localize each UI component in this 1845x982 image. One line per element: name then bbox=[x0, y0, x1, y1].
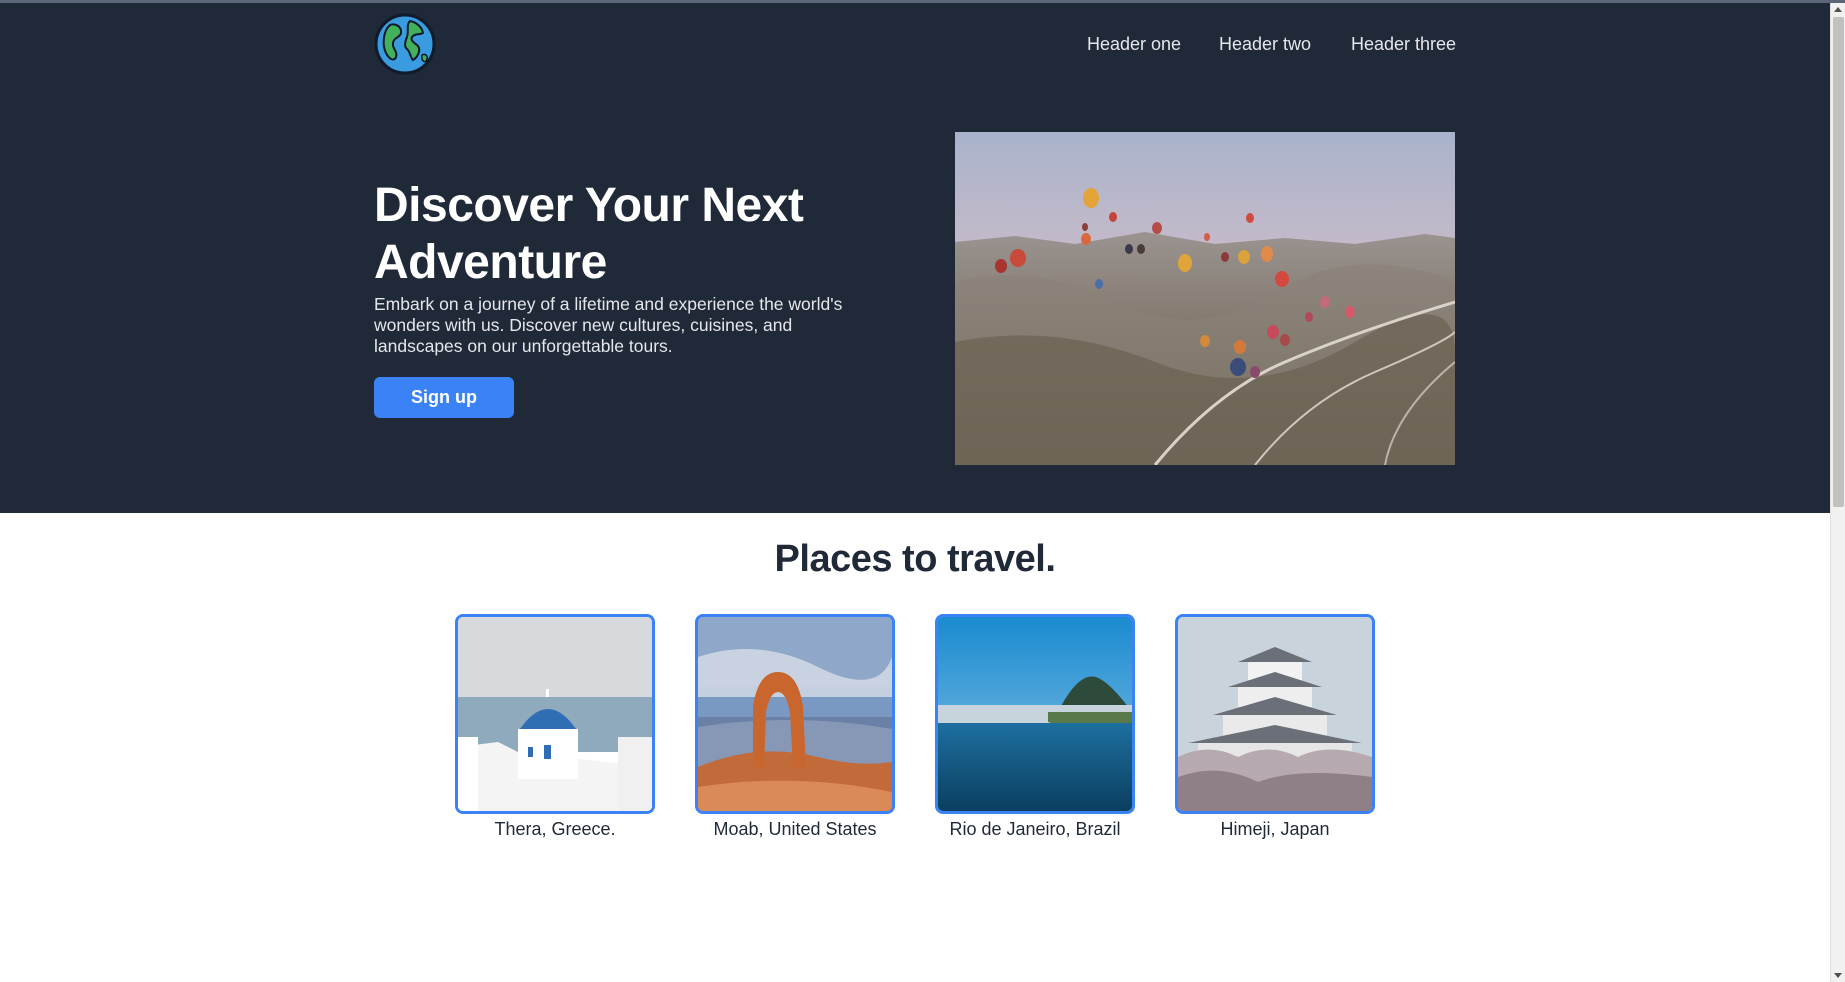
place-card-himeji[interactable]: Himeji, Japan bbox=[1175, 614, 1375, 840]
nav-header-three[interactable]: Header three bbox=[1351, 34, 1456, 55]
globe-icon[interactable] bbox=[374, 13, 436, 75]
nav-header-two[interactable]: Header two bbox=[1219, 34, 1311, 55]
place-label: Thera, Greece. bbox=[494, 819, 616, 839]
place-label: Himeji, Japan bbox=[1220, 819, 1330, 839]
place-card-thera[interactable]: Thera, Greece. bbox=[455, 614, 655, 840]
signup-button[interactable]: Sign up bbox=[374, 377, 514, 418]
scroll-down-icon[interactable] bbox=[1834, 973, 1842, 978]
places-title: Places to travel. bbox=[774, 538, 1056, 580]
nav-header-one[interactable]: Header one bbox=[1087, 34, 1181, 55]
place-card-rio[interactable]: Rio de Janeiro, Brazil bbox=[935, 614, 1135, 840]
rio-lagoon-photo[interactable] bbox=[935, 614, 1135, 814]
place-card-moab[interactable]: Moab, United States bbox=[695, 614, 895, 840]
hot-air-balloons-photo bbox=[955, 132, 1455, 465]
page-scrollbar[interactable] bbox=[1830, 3, 1845, 982]
delicate-arch-photo[interactable] bbox=[695, 614, 895, 814]
hero-title: Discover Your Next Adventure bbox=[374, 179, 804, 289]
himeji-castle-photo[interactable] bbox=[1175, 614, 1375, 814]
hero-description: Embark on a journey of a lifetime and ex… bbox=[374, 294, 843, 356]
scroll-thumb[interactable] bbox=[1833, 17, 1844, 507]
hero-section: Header one Header two Header three Disco… bbox=[0, 3, 1830, 513]
place-label: Moab, United States bbox=[713, 819, 877, 839]
place-label: Rio de Janeiro, Brazil bbox=[949, 819, 1121, 839]
santorini-church-photo[interactable] bbox=[455, 614, 655, 814]
scroll-up-icon[interactable] bbox=[1834, 7, 1842, 12]
